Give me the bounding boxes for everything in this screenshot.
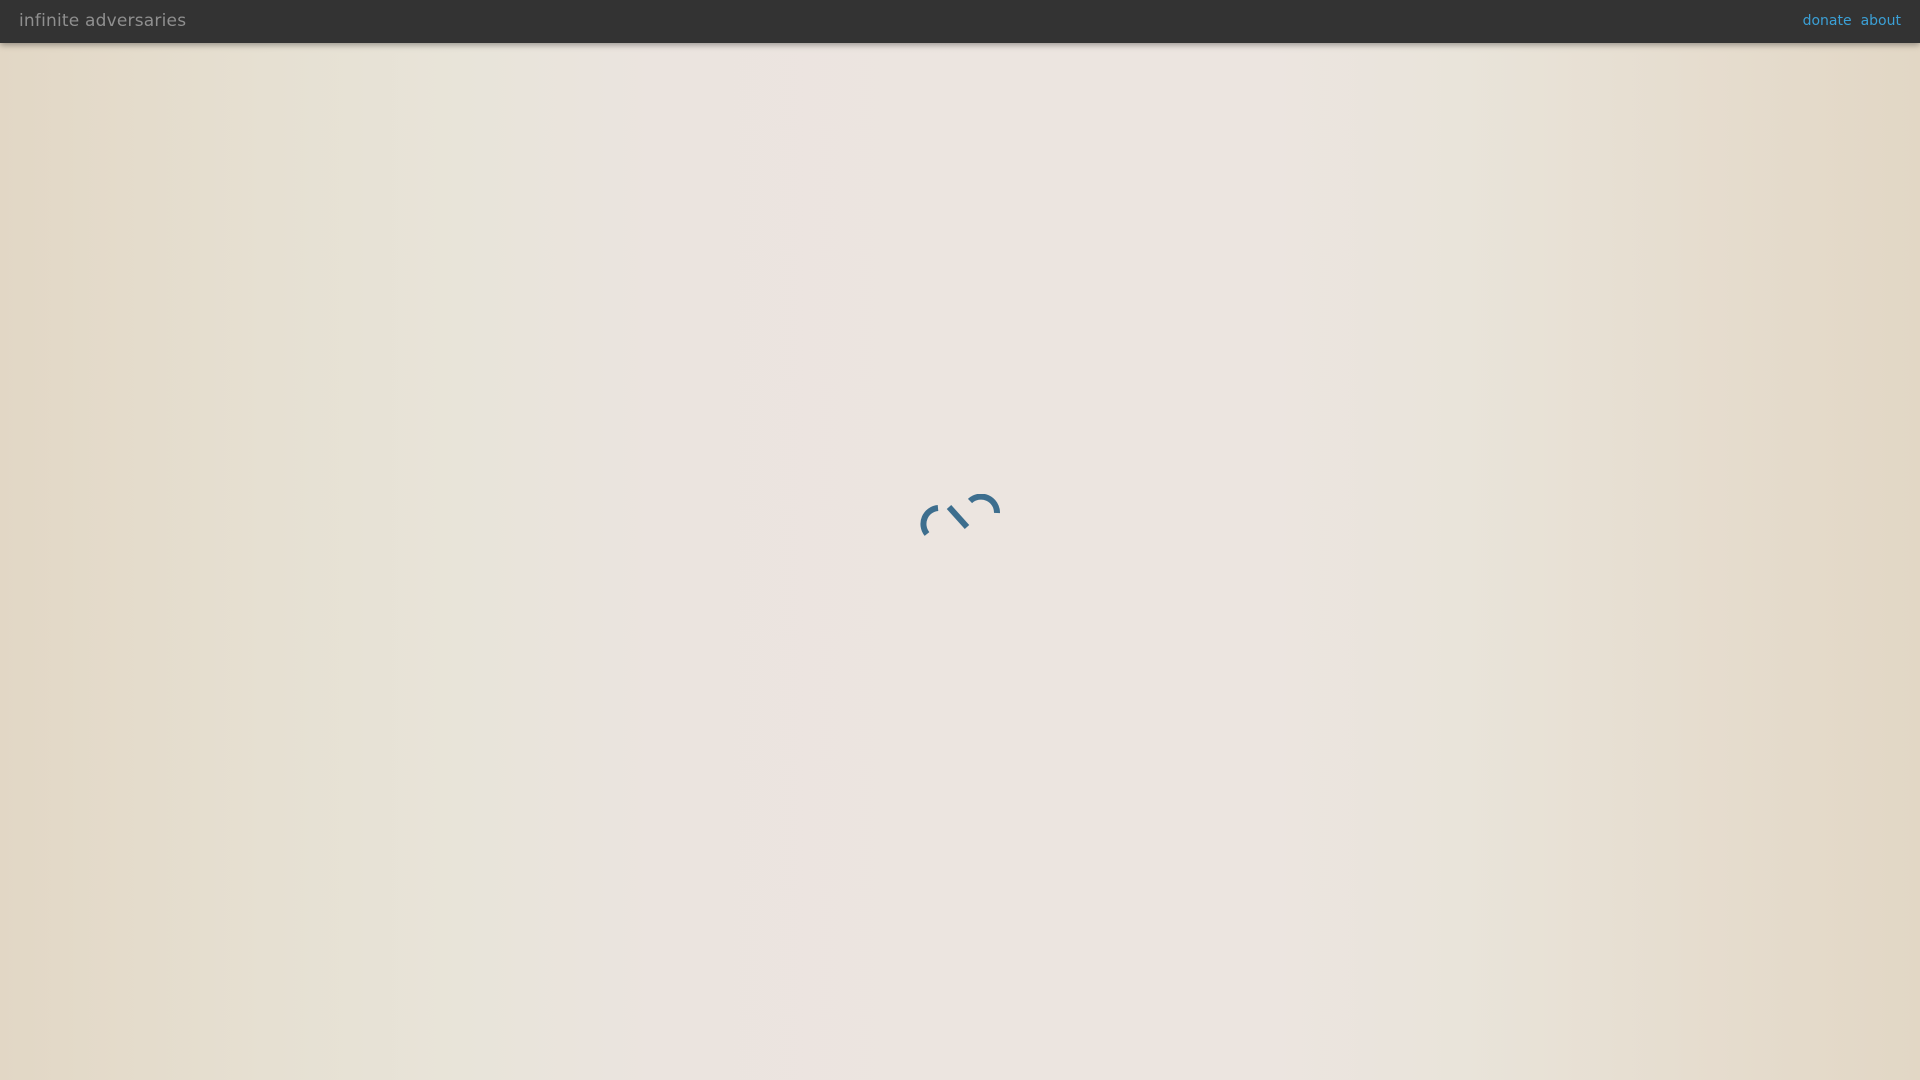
- loading-spinner-icon: [919, 494, 1001, 538]
- about-link[interactable]: about: [1861, 0, 1901, 43]
- donate-link[interactable]: donate: [1803, 0, 1852, 43]
- top-navigation-bar: infinite adversaries donate about: [0, 0, 1920, 43]
- header-nav: donate about: [1803, 0, 1901, 43]
- site-title-link[interactable]: infinite adversaries: [19, 0, 186, 43]
